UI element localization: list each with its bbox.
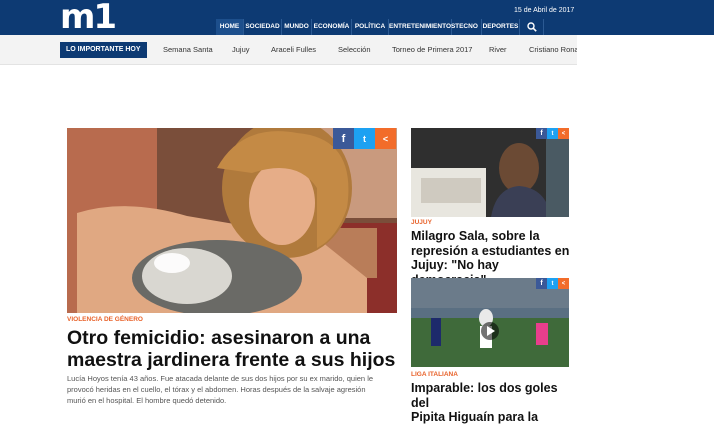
twitter-icon[interactable]: t	[354, 128, 375, 149]
nav-deportes[interactable]: DEPORTES	[482, 19, 520, 35]
main-story-image[interactable]: f t <	[67, 128, 397, 313]
side-story-2-kicker[interactable]: LIGA ITALIANA	[411, 371, 458, 378]
date-label: 15 de Abril de 2017	[514, 7, 575, 14]
nav-economia[interactable]: ECONOMÍA	[312, 19, 352, 35]
twitter-icon[interactable]: t	[547, 128, 558, 139]
topic-semana-santa[interactable]: Semana Santa	[163, 45, 213, 54]
side2-share-buttons: f t <	[536, 278, 569, 289]
main-share-buttons: f t <	[333, 128, 396, 149]
nav-entretenimientos[interactable]: ENTRETENIMIENTOS	[389, 19, 455, 35]
twitter-icon[interactable]: t	[547, 278, 558, 289]
main-story-kicker[interactable]: VIOLENCIA DE GÉNERO	[67, 316, 143, 323]
facebook-icon[interactable]: f	[536, 278, 547, 289]
share-icon[interactable]: <	[558, 278, 569, 289]
topic-river[interactable]: River	[489, 45, 507, 54]
topic-seleccion[interactable]: Selección	[338, 45, 371, 54]
main-nav: HOME SOCIEDAD MUNDO ECONOMÍA POLÍTICA EN…	[216, 19, 544, 35]
trending-bar: LO IMPORTANTE HOY Semana Santa Jujuy Ara…	[0, 35, 577, 65]
nav-sociedad[interactable]: SOCIEDAD	[244, 19, 282, 35]
side-story-2-headline[interactable]: Imparable: los dos goles del Pipita Higu…	[411, 381, 571, 425]
share-icon[interactable]: <	[375, 128, 396, 149]
soccer-match-photo	[411, 278, 569, 367]
side-story-1-image[interactable]: f t <	[411, 128, 569, 217]
share-icon[interactable]: <	[558, 128, 569, 139]
search-icon	[526, 22, 537, 32]
nav-mundo[interactable]: MUNDO	[282, 19, 312, 35]
topic-cristiano-ronaldo[interactable]: Cristiano Ronal	[529, 45, 577, 54]
search-button[interactable]	[520, 19, 544, 35]
main-story-headline[interactable]: Otro femicidio: asesinaron a una maestra…	[67, 327, 402, 371]
main-story-summary: Lucía Hoyos tenía 43 años. Fue atacada d…	[67, 374, 374, 405]
nav-home[interactable]: HOME	[216, 19, 244, 35]
nav-tecno[interactable]: TECNO	[452, 19, 482, 35]
woman-with-cat-photo	[67, 128, 397, 313]
side-story-1-kicker[interactable]: JUJUY	[411, 219, 432, 226]
site-logo[interactable]: m1	[60, 0, 117, 34]
side-story-2-image[interactable]: f t <	[411, 278, 569, 367]
trending-label: LO IMPORTANTE HOY	[60, 42, 147, 58]
nav-politica[interactable]: POLÍTICA	[352, 19, 389, 35]
facebook-icon[interactable]: f	[536, 128, 547, 139]
topic-torneo-primera[interactable]: Torneo de Primera 2017	[392, 45, 472, 54]
topic-jujuy[interactable]: Jujuy	[232, 45, 250, 54]
side1-share-buttons: f t <	[536, 128, 569, 139]
milagro-sala-photo	[411, 128, 569, 217]
top-bar: m1 15 de Abril de 2017 HOME SOCIEDAD MUN…	[0, 0, 714, 35]
facebook-icon[interactable]: f	[333, 128, 354, 149]
topic-araceli-fulles[interactable]: Araceli Fulles	[271, 45, 316, 54]
